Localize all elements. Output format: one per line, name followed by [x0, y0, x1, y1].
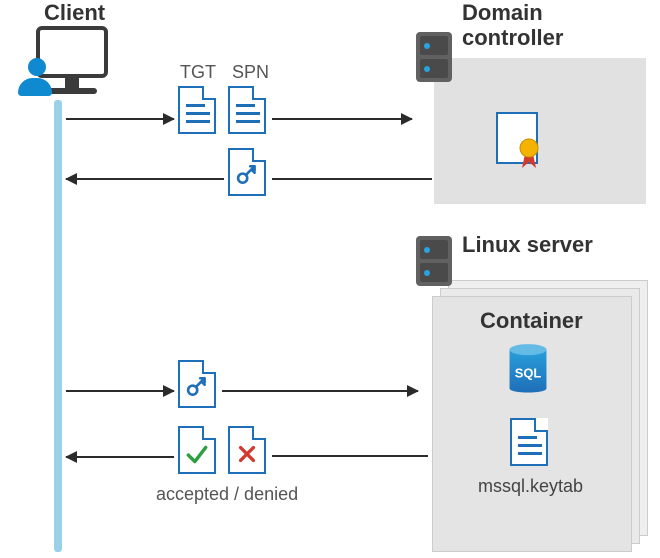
sql-badge-text: SQL [515, 365, 542, 380]
denied-doc-icon [228, 426, 266, 474]
tgt-label: TGT [180, 62, 216, 83]
domain-controller-panel [434, 58, 646, 204]
service-ticket-key-icon-2 [178, 360, 216, 408]
arrow-client-to-key2 [66, 390, 174, 392]
arrow-client-to-docs-1 [66, 118, 174, 120]
container-label: Container [480, 308, 583, 334]
certificate-icon [496, 112, 538, 164]
arrow-dc-to-client [66, 178, 224, 180]
arrow-linux-to-docs-segment [272, 455, 428, 457]
cross-icon [236, 443, 258, 465]
keytab-filename: mssql.keytab [478, 476, 583, 497]
user-icon [18, 58, 56, 96]
sql-database-icon: SQL [504, 340, 552, 398]
domain-controller-label: Domain controller [462, 0, 563, 51]
spn-label: SPN [232, 62, 269, 83]
arrow-key2-to-linux [222, 390, 418, 392]
service-ticket-key-icon [228, 148, 266, 196]
accepted-denied-label: accepted / denied [156, 484, 298, 505]
domain-controller-label-l1: Domain [462, 0, 543, 25]
linux-server-label: Linux server [462, 232, 593, 258]
spn-doc-icon [228, 86, 266, 134]
accepted-doc-icon [178, 426, 216, 474]
linux-server-icon [416, 236, 452, 286]
key-icon [234, 163, 260, 189]
arrow-dc-to-doc [272, 178, 432, 180]
tgt-doc-icon [178, 86, 216, 134]
arrow-docs-to-dc [272, 118, 412, 120]
domain-controller-server-icon [416, 32, 452, 82]
check-icon [184, 441, 210, 467]
client-label: Client [44, 0, 105, 26]
keytab-doc-icon [510, 418, 548, 466]
domain-controller-label-l2: controller [462, 25, 563, 50]
key-icon [184, 375, 210, 401]
client-lifeline [54, 100, 62, 552]
arrow-linux-to-client [66, 456, 174, 458]
